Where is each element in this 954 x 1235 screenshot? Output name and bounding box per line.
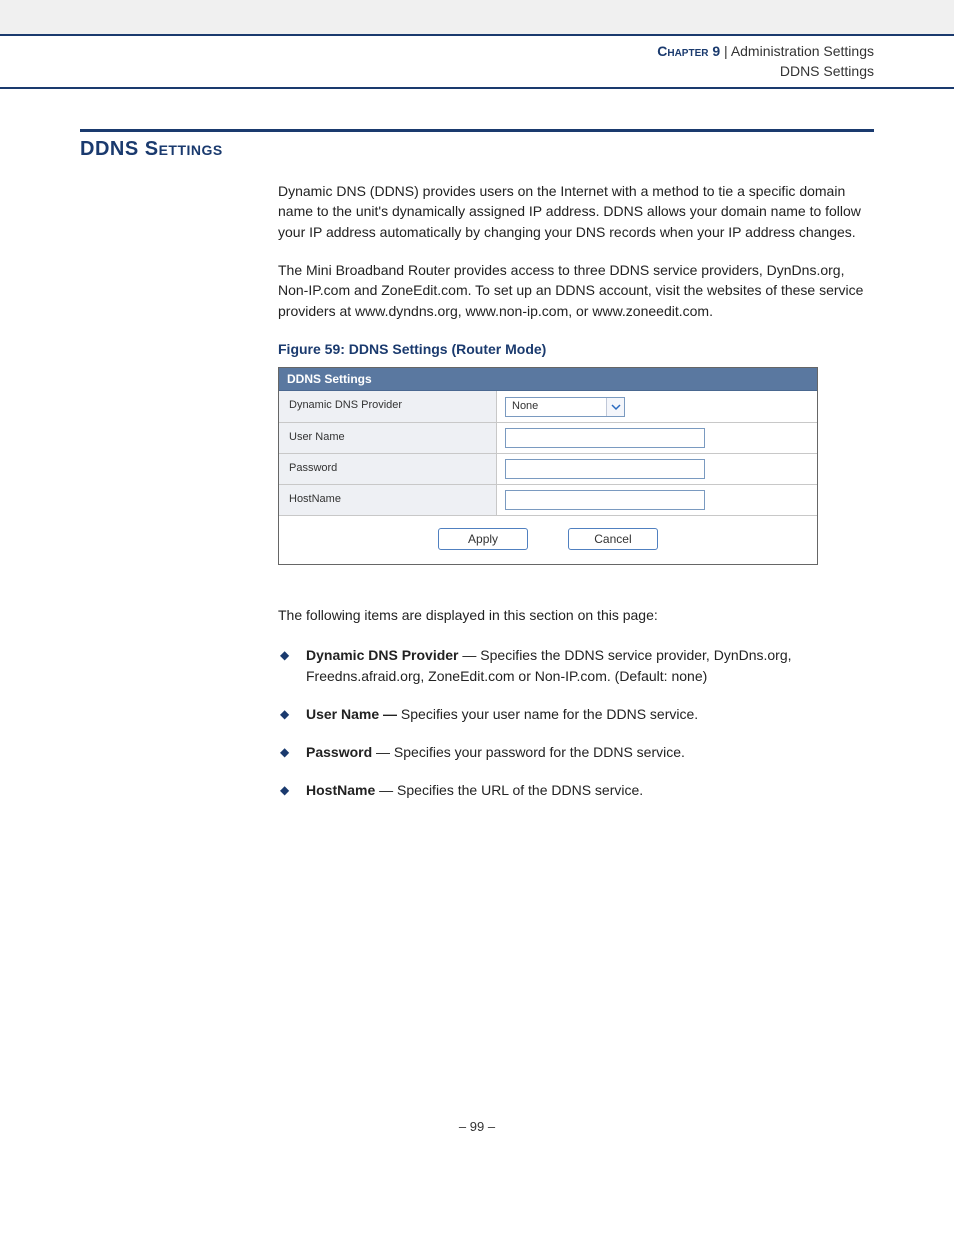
- item-text: — Specifies the URL of the DDNS service.: [375, 782, 643, 798]
- row-username: User Name: [279, 422, 817, 453]
- items-list: Dynamic DNS Provider — Specifies the DDN…: [278, 645, 874, 800]
- item-label: User Name —: [306, 706, 397, 722]
- page-number: – 99 –: [0, 819, 954, 1164]
- section-rule: [80, 129, 874, 132]
- item-label: Password: [306, 744, 372, 760]
- cancel-button[interactable]: Cancel: [568, 528, 658, 550]
- label-hostname: HostName: [279, 485, 497, 515]
- header-chapter: Chapter 9: [657, 43, 720, 59]
- list-item: User Name — Specifies your user name for…: [278, 704, 874, 724]
- row-hostname: HostName: [279, 484, 817, 515]
- password-input[interactable]: [505, 459, 705, 479]
- row-password: Password: [279, 453, 817, 484]
- label-username: User Name: [279, 423, 497, 453]
- label-password: Password: [279, 454, 497, 484]
- items-intro: The following items are displayed in thi…: [278, 605, 874, 625]
- main-content: DDNS Settings Dynamic DNS (DDNS) provide…: [0, 89, 954, 801]
- item-label: Dynamic DNS Provider: [306, 647, 459, 663]
- hostname-input[interactable]: [505, 490, 705, 510]
- provider-select[interactable]: None: [505, 397, 625, 417]
- list-item: Password — Specifies your password for t…: [278, 742, 874, 762]
- list-item: HostName — Specifies the URL of the DDNS…: [278, 780, 874, 800]
- chevron-down-icon: [606, 398, 624, 416]
- list-item: Dynamic DNS Provider — Specifies the DDN…: [278, 645, 874, 686]
- figure-panel-title: DDNS Settings: [279, 368, 817, 391]
- intro-paragraph-1: Dynamic DNS (DDNS) provides users on the…: [80, 181, 874, 242]
- ddns-settings-figure: DDNS Settings Dynamic DNS Provider None: [278, 367, 818, 565]
- item-label: HostName: [306, 782, 375, 798]
- page-header: Chapter 9 | Administration Settings DDNS…: [0, 34, 954, 89]
- provider-select-value: None: [506, 398, 606, 416]
- row-provider: Dynamic DNS Provider None: [279, 391, 817, 422]
- top-margin: [0, 0, 954, 34]
- item-text: Specifies your user name for the DDNS se…: [397, 706, 698, 722]
- intro-paragraph-2: The Mini Broadband Router provides acces…: [80, 260, 874, 321]
- label-provider: Dynamic DNS Provider: [279, 391, 497, 422]
- header-subtitle: DDNS Settings: [0, 62, 874, 82]
- apply-button[interactable]: Apply: [438, 528, 528, 550]
- item-text: — Specifies your password for the DDNS s…: [372, 744, 685, 760]
- header-trail: Administration Settings: [731, 43, 874, 59]
- header-separator: |: [720, 43, 731, 59]
- username-input[interactable]: [505, 428, 705, 448]
- figure-caption: Figure 59: DDNS Settings (Router Mode): [80, 341, 874, 357]
- section-title: DDNS Settings: [80, 138, 874, 161]
